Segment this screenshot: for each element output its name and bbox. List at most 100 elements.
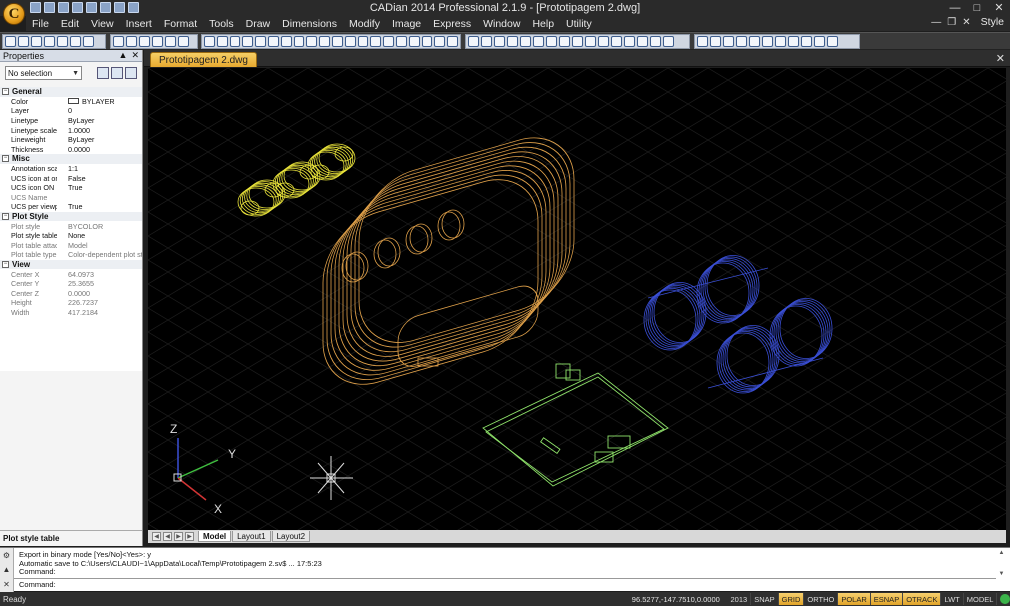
- property-row[interactable]: Color BYLAYER: [0, 97, 142, 107]
- property-category[interactable]: − Misc: [0, 154, 142, 164]
- move-icon[interactable]: [533, 36, 544, 47]
- menu-image[interactable]: Image: [386, 18, 427, 30]
- region-icon[interactable]: [421, 36, 433, 47]
- property-value[interactable]: Color-dependent plot sty: [57, 250, 142, 259]
- property-row[interactable]: Center X 64.0973: [0, 269, 142, 279]
- selection-dropdown[interactable]: No selection ▼: [5, 66, 82, 80]
- menu-format[interactable]: Format: [158, 18, 203, 30]
- property-value[interactable]: 0: [57, 106, 142, 115]
- document-close-icon[interactable]: ✕: [996, 52, 1005, 65]
- dim-aligned-icon[interactable]: [710, 36, 721, 47]
- property-row[interactable]: UCS icon ON True: [0, 183, 142, 193]
- property-row[interactable]: Linetype ByLayer: [0, 116, 142, 126]
- property-category[interactable]: − General: [0, 87, 142, 97]
- dim-continue-icon[interactable]: [801, 36, 812, 47]
- select-objects-icon[interactable]: [111, 67, 123, 79]
- property-value[interactable]: True: [57, 183, 142, 192]
- tab-layout1[interactable]: Layout1: [232, 531, 271, 542]
- mirror-icon[interactable]: [494, 36, 505, 47]
- view-top-icon[interactable]: [18, 36, 29, 47]
- next-tab-icon[interactable]: ▶: [174, 532, 183, 541]
- dim-arc-icon[interactable]: [723, 36, 734, 47]
- status-toggle-esnap[interactable]: ESNAP: [870, 593, 904, 605]
- stretch-icon[interactable]: [572, 36, 583, 47]
- menu-window[interactable]: Window: [477, 18, 526, 30]
- property-value[interactable]: 1.0000: [57, 126, 142, 135]
- menu-help[interactable]: Help: [526, 18, 560, 30]
- property-row[interactable]: Annotation scale 1:1: [0, 164, 142, 174]
- dim-diameter-icon[interactable]: [762, 36, 773, 47]
- status-toggle-model[interactable]: MODEL: [964, 593, 998, 605]
- dim-linear-icon[interactable]: [697, 36, 708, 47]
- gradient-icon[interactable]: [408, 36, 420, 47]
- rotate-icon[interactable]: [546, 36, 557, 47]
- property-row[interactable]: Lineweight ByLayer: [0, 135, 142, 145]
- property-row[interactable]: Height 226.7237: [0, 298, 142, 308]
- hatch-icon[interactable]: [395, 36, 407, 47]
- status-toggle-ortho[interactable]: ORTHO: [804, 593, 839, 605]
- dim-ordinate-icon[interactable]: [736, 36, 747, 47]
- menu-view[interactable]: View: [85, 18, 120, 30]
- command-scrollbar[interactable]: ▲ ▼: [997, 550, 1006, 577]
- property-row[interactable]: Plot table attached Model: [0, 241, 142, 251]
- fillet-icon[interactable]: [650, 36, 661, 47]
- status-toggle-grid[interactable]: GRID: [778, 593, 805, 605]
- app-logo[interactable]: C: [3, 3, 25, 25]
- spline-icon[interactable]: [319, 36, 330, 47]
- zoom-window-icon[interactable]: [5, 36, 16, 47]
- polygon-icon[interactable]: [255, 36, 266, 47]
- orbit-icon[interactable]: [178, 36, 189, 47]
- status-toggle-polar[interactable]: POLAR: [838, 593, 871, 605]
- insert-block-icon[interactable]: [357, 36, 369, 47]
- panel-close-icon[interactable]: ✕: [131, 50, 139, 61]
- property-row[interactable]: Thickness 0.0000: [0, 145, 142, 155]
- property-category[interactable]: − Plot Style: [0, 211, 142, 222]
- property-value[interactable]: 0.0000: [57, 289, 142, 298]
- sw-iso-icon[interactable]: [113, 36, 124, 47]
- property-value[interactable]: 417.2184: [57, 308, 142, 317]
- property-row[interactable]: Plot table type Color-dependent plot sty: [0, 250, 142, 260]
- menu-edit[interactable]: Edit: [55, 18, 85, 30]
- command-pin-icon[interactable]: ▲: [3, 565, 11, 574]
- menu-utility[interactable]: Utility: [560, 18, 598, 30]
- first-tab-icon[interactable]: ◀: [152, 532, 161, 541]
- property-value[interactable]: None: [57, 231, 142, 240]
- property-value[interactable]: ByLayer: [57, 135, 142, 144]
- ellipse-icon[interactable]: [331, 36, 343, 47]
- last-tab-icon[interactable]: ▶: [185, 532, 194, 541]
- property-row[interactable]: UCS icon at origin False: [0, 173, 142, 183]
- collapse-icon[interactable]: −: [2, 213, 9, 221]
- zoom-realtime-icon[interactable]: [165, 36, 176, 47]
- minimize-icon[interactable]: —: [944, 0, 966, 15]
- extend-icon[interactable]: [598, 36, 609, 47]
- document-tab[interactable]: Prototipagem 2.dwg: [150, 52, 257, 67]
- property-value[interactable]: 64.0973: [57, 270, 142, 279]
- arc-icon[interactable]: [242, 36, 254, 47]
- scroll-down-icon[interactable]: ▼: [999, 571, 1005, 577]
- scroll-up-icon[interactable]: ▲: [999, 550, 1005, 556]
- property-row[interactable]: Linetype scale 1.0000: [0, 125, 142, 135]
- arc-3p-icon[interactable]: [280, 36, 292, 47]
- property-value[interactable]: BYLAYER: [57, 97, 142, 106]
- property-value[interactable]: 1:1: [57, 164, 142, 173]
- doc-minimize-icon[interactable]: —: [931, 17, 941, 28]
- collapse-icon[interactable]: −: [2, 260, 9, 268]
- collapse-icon[interactable]: −: [2, 88, 9, 96]
- view-front-icon[interactable]: [70, 36, 81, 47]
- menu-file[interactable]: File: [26, 18, 55, 30]
- menu-express[interactable]: Express: [427, 18, 477, 30]
- offset-icon[interactable]: [507, 36, 518, 47]
- chamfer-icon[interactable]: [637, 36, 648, 47]
- property-category[interactable]: − View: [0, 259, 142, 270]
- nw-iso-icon[interactable]: [152, 36, 163, 47]
- view-right-icon[interactable]: [57, 36, 68, 47]
- se-iso-icon[interactable]: [126, 36, 137, 47]
- menu-modify[interactable]: Modify: [343, 18, 386, 30]
- erase-icon[interactable]: [468, 36, 479, 47]
- explode-icon[interactable]: [663, 36, 674, 47]
- make-block-icon[interactable]: [370, 36, 382, 47]
- close-icon[interactable]: ✕: [988, 0, 1010, 15]
- property-row[interactable]: UCS Name: [0, 193, 142, 203]
- cloud-icon[interactable]: [306, 36, 318, 47]
- quick-select-icon[interactable]: [125, 67, 137, 79]
